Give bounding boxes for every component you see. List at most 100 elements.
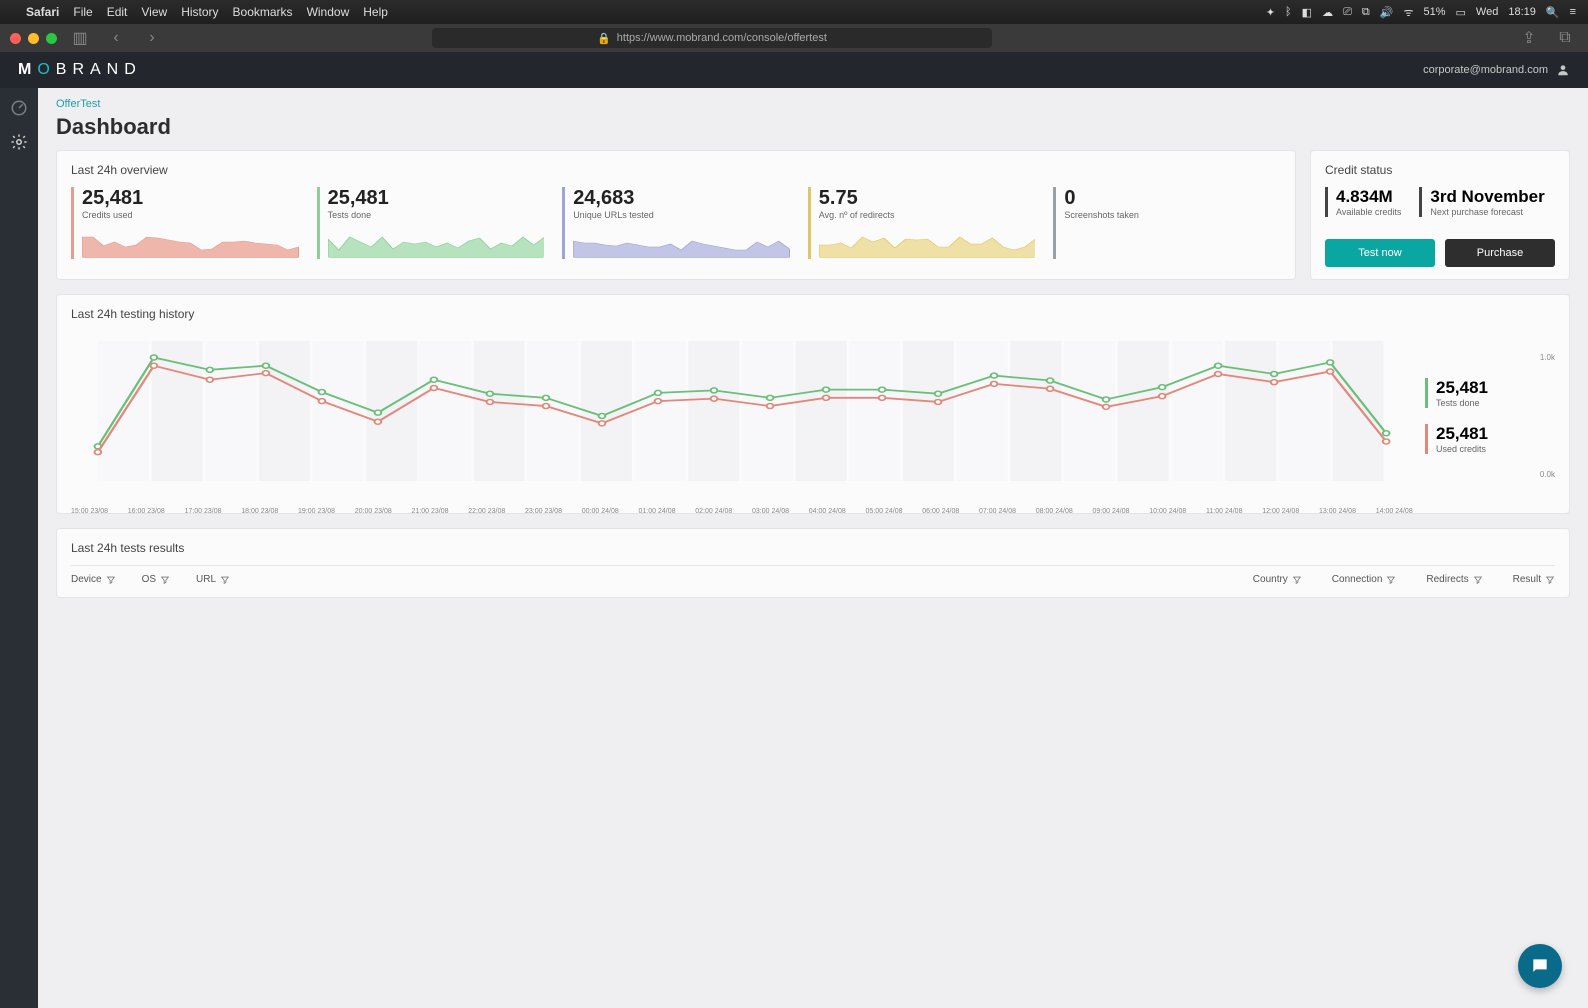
xlabel: 22:00 23/08 <box>468 508 505 515</box>
filter-icon[interactable] <box>220 575 230 585</box>
metric-sparkline <box>819 228 1036 258</box>
history-stat-tests-label: Tests done <box>1436 398 1555 408</box>
brand-post: BRAND <box>56 61 142 78</box>
col-url[interactable]: URL <box>196 574 230 585</box>
page-content: OfferTest Dashboard Last 24h overview 25… <box>38 88 1588 1008</box>
battery-icon: ▭ <box>1456 6 1466 19</box>
history-stat-tests: 25,481 Tests done <box>1425 378 1555 408</box>
menu-window[interactable]: Window <box>307 5 350 19</box>
xlabel: 15:00 23/08 <box>71 508 108 515</box>
forward-button[interactable]: › <box>139 28 165 48</box>
nav-settings-icon[interactable] <box>9 132 29 152</box>
menu-bookmarks[interactable]: Bookmarks <box>233 5 293 19</box>
brand-logo[interactable]: MOBRAND <box>18 61 142 79</box>
url-text: https://www.mobrand.com/console/offertes… <box>617 32 827 44</box>
metric-value: 25,481 <box>328 187 545 210</box>
metric-label: Tests done <box>328 210 545 220</box>
col-os[interactable]: OS <box>142 574 170 585</box>
history-stat-tests-value: 25,481 <box>1436 378 1555 398</box>
xlabel: 21:00 23/08 <box>412 508 449 515</box>
menubar-status: ✦ ᛒ ◧ ☁ ⎚ ⧉ 🔊 ᯤ 51% ▭ Wed 18:19 🔍 ≡ <box>1266 5 1576 20</box>
menu-file[interactable]: File <box>73 5 92 19</box>
filter-icon[interactable] <box>160 575 170 585</box>
back-button[interactable]: ‹ <box>103 28 129 48</box>
menu-view[interactable]: View <box>141 5 167 19</box>
status-icon: ☁ <box>1322 6 1333 19</box>
menu-history[interactable]: History <box>181 5 218 19</box>
history-stat-credits: 25,481 Used credits <box>1425 424 1555 454</box>
search-icon[interactable]: 🔍 <box>1546 6 1560 19</box>
col-result[interactable]: Result <box>1513 574 1555 585</box>
metric-value: 24,683 <box>573 187 790 210</box>
menu-edit[interactable]: Edit <box>107 5 128 19</box>
metric-value: 0 <box>1064 187 1281 210</box>
metric-1: 25,481 Tests done <box>317 187 545 259</box>
credit-available-label: Available credits <box>1336 207 1401 217</box>
history-card: Last 24h testing history 15:00 23/0816:0… <box>56 294 1570 514</box>
share-icon[interactable]: ⇪ <box>1516 28 1542 48</box>
xlabel: 03:00 24/08 <box>752 508 789 515</box>
col-country[interactable]: Country <box>1253 574 1302 585</box>
results-card: Last 24h tests results Device OS URL Count… <box>56 528 1570 598</box>
credit-forecast: 3rd November Next purchase forecast <box>1419 187 1544 217</box>
status-icon: ✦ <box>1266 6 1275 19</box>
col-connection[interactable]: Connection <box>1332 574 1397 585</box>
volume-icon: 🔊 <box>1380 6 1394 19</box>
lock-icon: 🔒 <box>597 32 611 45</box>
tabs-icon[interactable]: ⧉ <box>1552 28 1578 48</box>
credit-forecast-value: 3rd November <box>1430 187 1544 207</box>
menubar-app[interactable]: Safari <box>26 5 59 19</box>
xlabel: 04:00 24/08 <box>809 508 846 515</box>
results-title: Last 24h tests results <box>71 541 1555 555</box>
breadcrumb[interactable]: OfferTest <box>56 98 1570 110</box>
metric-4: 0 Screenshots taken <box>1053 187 1281 259</box>
brand-pre: M <box>18 61 37 78</box>
filter-icon[interactable] <box>106 575 116 585</box>
filter-icon[interactable] <box>1473 575 1483 585</box>
xlabel: 00:00 24/08 <box>582 508 619 515</box>
window-controls[interactable] <box>10 33 57 44</box>
account-menu[interactable]: corporate@mobrand.com <box>1423 63 1570 77</box>
metric-sparkline <box>328 228 545 258</box>
test-now-button[interactable]: Test now <box>1325 239 1435 267</box>
credit-card: Credit status 4.834M Available credits 3… <box>1310 150 1570 280</box>
xlabel: 06:00 24/08 <box>922 508 959 515</box>
xlabel: 20:00 23/08 <box>355 508 392 515</box>
menu-help[interactable]: Help <box>363 5 388 19</box>
xlabel: 13:00 24/08 <box>1319 508 1356 515</box>
menu-icon[interactable]: ≡ <box>1570 6 1576 18</box>
col-device[interactable]: Device <box>71 574 116 585</box>
nav-dashboard-icon[interactable] <box>9 98 29 118</box>
xlabel: 10:00 24/08 <box>1149 508 1186 515</box>
metric-label: Screenshots taken <box>1064 210 1281 220</box>
chat-icon <box>1530 956 1550 976</box>
overview-title: Last 24h overview <box>71 163 1281 177</box>
filter-icon[interactable] <box>1292 575 1302 585</box>
col-redirects[interactable]: Redirects <box>1426 574 1482 585</box>
credit-title: Credit status <box>1325 163 1555 177</box>
chat-fab[interactable] <box>1518 944 1562 988</box>
purchase-button[interactable]: Purchase <box>1445 239 1555 267</box>
credit-forecast-label: Next purchase forecast <box>1430 207 1544 217</box>
metric-3: 5.75 Avg. nº of redirects <box>808 187 1036 259</box>
xlabel: 01:00 24/08 <box>639 508 676 515</box>
xlabel: 17:00 23/08 <box>185 508 222 515</box>
ytick-bot: 0.0k <box>1425 470 1555 479</box>
metric-label: Avg. nº of redirects <box>819 210 1036 220</box>
filter-icon[interactable] <box>1386 575 1396 585</box>
clock-day: Wed <box>1476 6 1498 18</box>
filter-icon[interactable] <box>1545 575 1555 585</box>
browser-toolbar: ▥ ‹ › 🔒 https://www.mobrand.com/console/… <box>0 24 1588 52</box>
minimize-icon[interactable] <box>28 33 39 44</box>
sidebar-toggle-icon[interactable]: ▥ <box>67 28 93 48</box>
address-bar[interactable]: 🔒 https://www.mobrand.com/console/offert… <box>432 28 992 48</box>
credit-available-value: 4.834M <box>1336 187 1401 207</box>
history-stat-credits-label: Used credits <box>1436 444 1555 454</box>
close-icon[interactable] <box>10 33 21 44</box>
left-rail <box>0 88 38 1008</box>
ytick-top: 1.0k <box>1425 353 1555 362</box>
maximize-icon[interactable] <box>46 33 57 44</box>
xlabel: 23:00 23/08 <box>525 508 562 515</box>
xlabel: 07:00 24/08 <box>979 508 1016 515</box>
xlabel: 02:00 24/08 <box>695 508 732 515</box>
